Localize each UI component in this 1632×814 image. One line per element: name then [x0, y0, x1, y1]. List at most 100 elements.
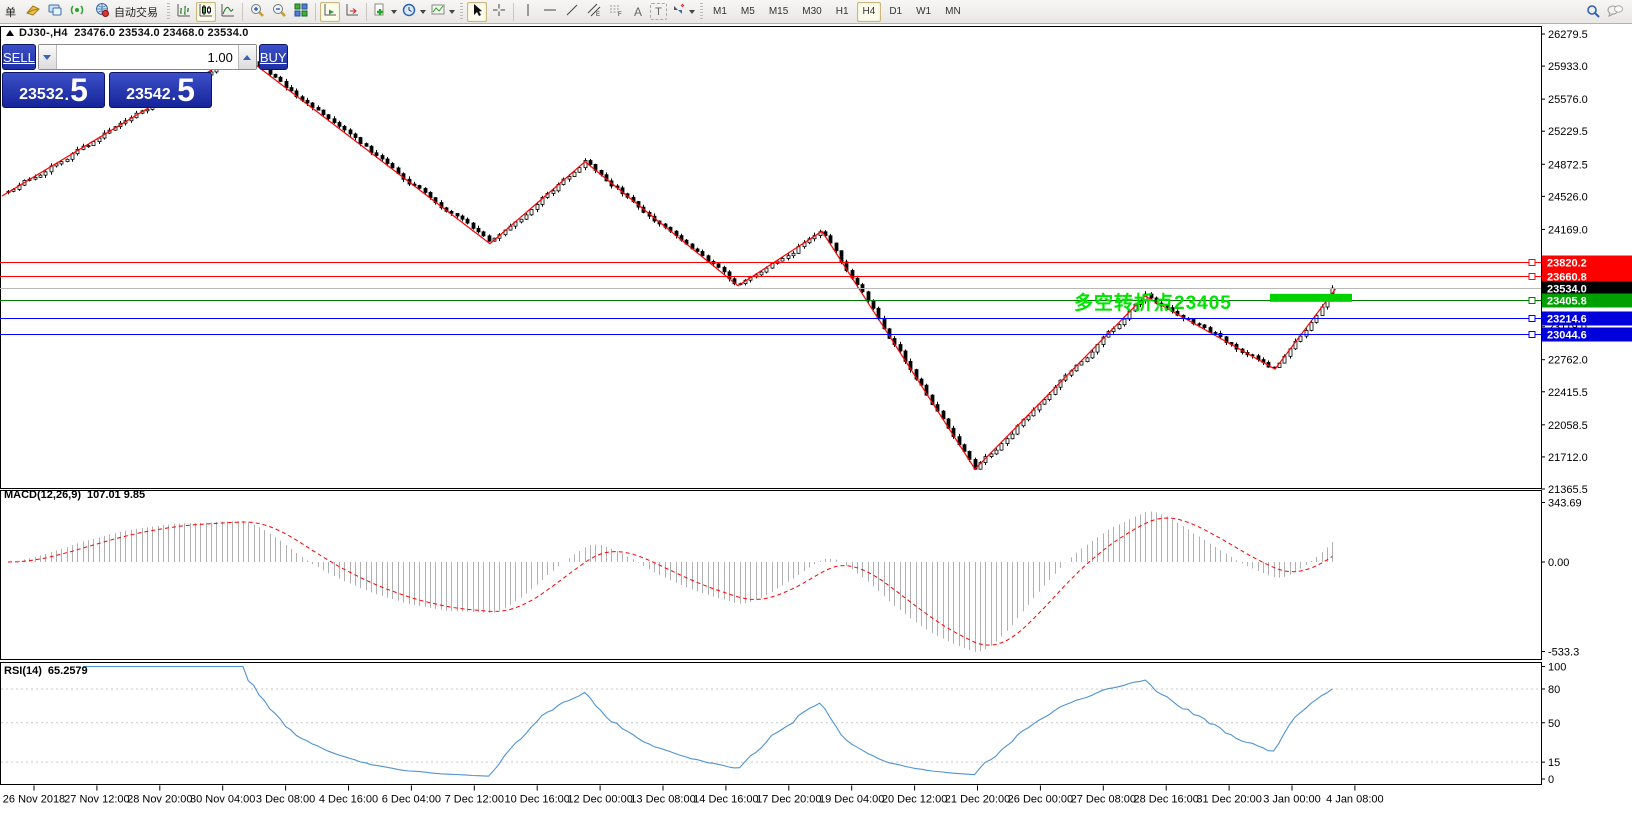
- timeframe-h4-button[interactable]: H4: [857, 2, 882, 22]
- search-button[interactable]: [1583, 2, 1603, 22]
- timeframe-h1-button[interactable]: H1: [830, 2, 855, 22]
- time-axis-label: 21 Dec 20:00: [945, 794, 1010, 806]
- rsi-scale-label: 80: [1548, 684, 1560, 696]
- timeframe-m15-button[interactable]: M15: [763, 2, 794, 22]
- volume-increase-button[interactable]: [238, 45, 256, 69]
- time-axis-label: 17 Dec 20:00: [756, 794, 821, 806]
- dropdown-caret-icon: [420, 10, 426, 14]
- terminal-icon: [47, 2, 63, 21]
- vertical-line-icon: [520, 2, 536, 21]
- bar-chart-button[interactable]: [174, 2, 194, 22]
- time-axis-label: 30 Nov 04:00: [190, 794, 255, 806]
- sell-button-label: SELL: [3, 50, 35, 65]
- toolbar-grip[interactable]: [166, 3, 171, 21]
- timeframe-m1-button[interactable]: M1: [707, 2, 733, 22]
- price-line-handle[interactable]: [1529, 260, 1535, 266]
- buy-price-frac: 5: [177, 75, 195, 105]
- price-chart-canvas[interactable]: 26279.525933.025576.025229.524872.524526…: [0, 24, 1632, 814]
- price-axis-tick-label: 25933.0: [1548, 61, 1588, 73]
- rsi-scale-label: 0: [1548, 774, 1554, 786]
- toolbar-grip[interactable]: [699, 3, 704, 21]
- crosshair-tool-button[interactable]: [489, 2, 509, 22]
- chart-shift-button[interactable]: [342, 2, 362, 22]
- bar-chart-icon: [176, 2, 192, 21]
- price-tag-label: 23044.6: [1547, 330, 1587, 342]
- time-axis-label: 3 Dec 08:00: [256, 794, 315, 806]
- autotrading-button[interactable]: 自动交易: [89, 2, 163, 22]
- price-tag-label: 23214.6: [1547, 314, 1587, 326]
- rsi-scale-label: 100: [1548, 662, 1566, 674]
- terminal-button[interactable]: [45, 2, 65, 22]
- time-axis-label: 4 Dec 16:00: [319, 794, 378, 806]
- toolbar-grip[interactable]: [459, 3, 464, 21]
- time-axis-label: 20 Dec 12:00: [882, 794, 947, 806]
- highlight-bar[interactable]: [1270, 294, 1352, 302]
- macd-scale-label: 0.00: [1548, 557, 1569, 569]
- text-tool-button[interactable]: A: [628, 2, 648, 22]
- time-axis-label: 28 Dec 16:00: [1133, 794, 1198, 806]
- time-axis-label: 19 Dec 04:00: [819, 794, 884, 806]
- trendline-tool-button[interactable]: [562, 2, 582, 22]
- templates-button[interactable]: [429, 2, 456, 22]
- timeframe-d1-button[interactable]: D1: [883, 2, 908, 22]
- chat-button[interactable]: [1605, 2, 1625, 22]
- volume-input[interactable]: [57, 45, 238, 69]
- vertical-line-tool-button[interactable]: [518, 2, 538, 22]
- price-line-handle[interactable]: [1529, 316, 1535, 322]
- macd-indicator-label: MACD(12,26,9)107.01 9.85: [4, 489, 151, 501]
- channel-icon: E: [586, 2, 602, 21]
- signals-button[interactable]: [67, 2, 87, 22]
- book-icon: [25, 2, 41, 21]
- macd-scale-label: 343.69: [1548, 498, 1582, 510]
- auto-scroll-button[interactable]: [320, 2, 340, 22]
- rsi-pane-frame: [1, 663, 1542, 785]
- macd-pane-frame: [1, 491, 1542, 660]
- zoom-in-button[interactable]: [247, 2, 267, 22]
- macd-name: MACD(12,26,9): [4, 489, 81, 501]
- price-axis-tick-label: 24169.0: [1548, 224, 1588, 236]
- chart-collapse-icon[interactable]: [6, 30, 14, 36]
- template-icon: [430, 2, 446, 21]
- sell-price-main: 23532: [19, 85, 64, 105]
- price-axis-tick-label: 22058.5: [1548, 420, 1588, 432]
- price-axis-tick-label: 24526.0: [1548, 191, 1588, 203]
- buy-price-display[interactable]: 23542.5: [109, 72, 212, 108]
- timeframe-mn-button[interactable]: MN: [939, 2, 967, 22]
- arrows-tool-button[interactable]: [669, 2, 696, 22]
- tile-windows-button[interactable]: [291, 2, 311, 22]
- fibonacci-tool-button[interactable]: F: [606, 2, 626, 22]
- line-chart-button[interactable]: [218, 2, 238, 22]
- candlestick-chart-button[interactable]: [196, 2, 216, 22]
- price-axis-tick-label: 24872.5: [1548, 159, 1588, 171]
- periods-button[interactable]: [400, 2, 427, 22]
- chart-symbol-period: DJ30-,H4: [19, 27, 68, 39]
- timeframe-m30-button[interactable]: M30: [796, 2, 827, 22]
- sell-button[interactable]: SELL: [2, 44, 36, 70]
- line-chart-icon: [220, 2, 236, 21]
- buy-button[interactable]: BUY: [259, 44, 288, 70]
- new-order-button[interactable]: 单: [1, 2, 21, 22]
- zoom-out-button[interactable]: [269, 2, 289, 22]
- horizontal-line-tool-button[interactable]: [540, 2, 560, 22]
- price-axis-tick-label: 25229.5: [1548, 126, 1588, 138]
- zoom-out-icon: [271, 2, 287, 21]
- history-center-button[interactable]: [23, 2, 43, 22]
- price-line-handle[interactable]: [1529, 298, 1535, 304]
- text-label-tool-button[interactable]: T: [650, 3, 667, 20]
- channel-tool-button[interactable]: E: [584, 2, 604, 22]
- sell-price-display[interactable]: 23532.5: [2, 72, 105, 108]
- time-axis-label: 10 Dec 16:00: [504, 794, 569, 806]
- candlestick-icon: [198, 2, 214, 21]
- timeframe-m5-button[interactable]: M5: [735, 2, 761, 22]
- triangle-down-icon: [43, 55, 51, 60]
- cursor-tool-button[interactable]: [467, 2, 487, 22]
- price-line-handle[interactable]: [1529, 332, 1535, 338]
- timeframe-w1-button[interactable]: W1: [910, 2, 937, 22]
- volume-decrease-button[interactable]: [39, 45, 57, 69]
- price-line-handle[interactable]: [1529, 274, 1535, 280]
- chart-window[interactable]: 26279.525933.025576.025229.524872.524526…: [0, 24, 1632, 814]
- auto-scroll-icon: [322, 2, 338, 21]
- chart-annotation-text[interactable]: 多空转折点23405: [1074, 288, 1232, 315]
- rsi-indicator-label: RSI(14)65.2579: [4, 665, 94, 677]
- indicators-button[interactable]: [371, 2, 398, 22]
